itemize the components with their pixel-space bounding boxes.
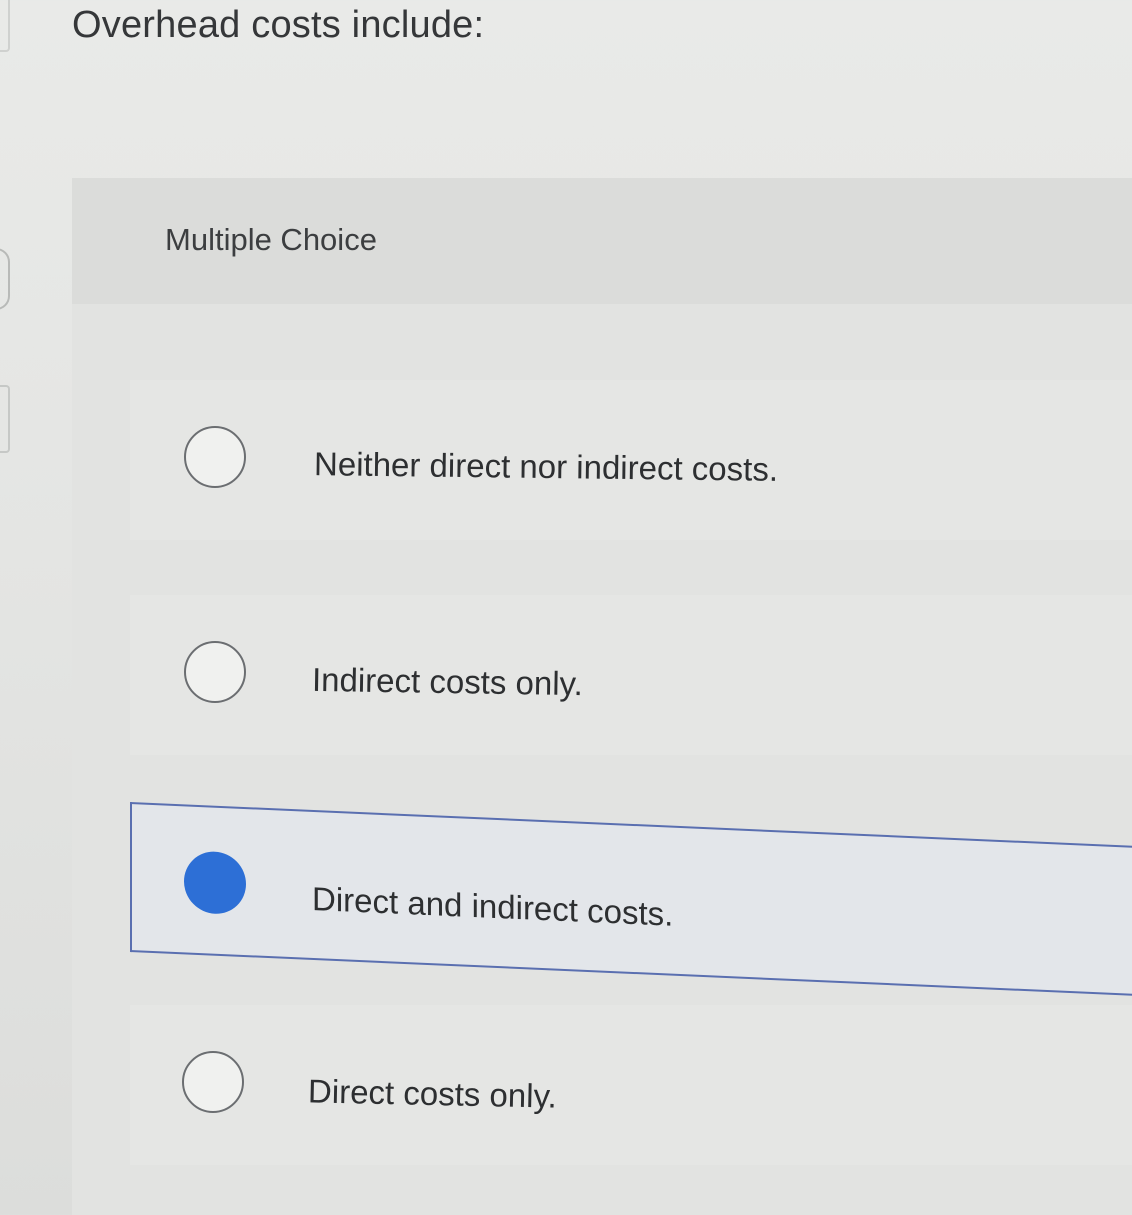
- adjacent-panel-edge: [0, 0, 10, 52]
- adjacent-box-edge: [0, 385, 10, 453]
- multiple-choice-label: Multiple Choice: [165, 222, 377, 257]
- radio-unchecked-icon[interactable]: [182, 1051, 244, 1113]
- answer-option-2[interactable]: Indirect costs only.: [130, 595, 1132, 755]
- answer-option-4[interactable]: Direct costs only.: [130, 1005, 1132, 1165]
- answer-option-1[interactable]: Neither direct nor indirect costs.: [130, 380, 1132, 540]
- question-text: Overhead costs include:: [72, 4, 485, 46]
- radio-unchecked-icon[interactable]: [184, 641, 246, 703]
- adjacent-bracket-edge: [0, 248, 10, 310]
- multiple-choice-header: Multiple Choice: [72, 178, 1132, 304]
- radio-checked-icon[interactable]: [184, 850, 246, 916]
- answer-option-label: Indirect costs only.: [311, 660, 584, 703]
- answer-option-label: Direct and indirect costs.: [312, 879, 674, 933]
- radio-unchecked-icon[interactable]: [184, 426, 246, 488]
- answer-option-label: Neither direct nor indirect costs.: [313, 445, 779, 488]
- answer-option-label: Direct costs only.: [307, 1072, 558, 1115]
